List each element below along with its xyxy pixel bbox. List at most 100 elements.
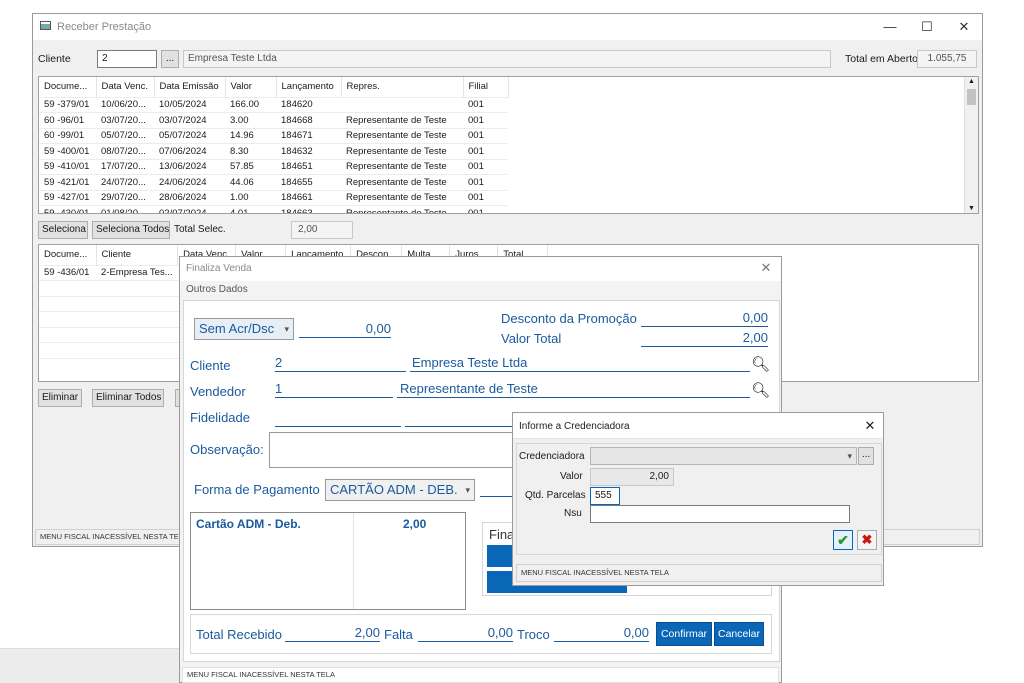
seleciona-todos-button[interactable]: Seleciona Todos bbox=[92, 221, 170, 239]
maximize-button[interactable]: ☐ bbox=[909, 14, 945, 40]
table-cell: Representante de Teste bbox=[341, 190, 463, 206]
valor-label: Valor bbox=[560, 471, 583, 482]
table-cell: Representante de Teste bbox=[341, 174, 463, 191]
table-row[interactable]: 59 -427/01 29/07/20... 28/06/2024 1.00 18466… bbox=[39, 190, 508, 206]
grid-scrollbar[interactable]: ▲ ▼ bbox=[964, 77, 978, 213]
table-row[interactable]: 59 -410/01 17/07/20... 13/06/2024 57.85 1846… bbox=[39, 159, 508, 175]
pagamento-name: Cartão ADM - Deb. bbox=[196, 517, 301, 531]
total-aberto-label: Total em Aberto bbox=[845, 53, 918, 65]
eliminar-todos-button[interactable]: Eliminar Todos bbox=[92, 389, 164, 407]
table-row[interactable]: 60 -96/01 03/07/20... 03/07/2024 3.00 184668… bbox=[39, 112, 508, 129]
table-cell: 44.06 bbox=[225, 174, 276, 191]
table-row[interactable]: 59 -430/01 01/08/20... 02/07/2024 4.01 18466… bbox=[39, 205, 508, 213]
table-cell: Representante de Teste bbox=[341, 159, 463, 175]
table-cell: 001 bbox=[463, 128, 508, 144]
seleciona-button[interactable]: Seleciona bbox=[38, 221, 88, 239]
valor-field: 2,00 bbox=[590, 468, 674, 486]
col-header[interactable]: Docume... bbox=[39, 245, 97, 266]
credenciadora-close-button[interactable]: ✕ bbox=[857, 413, 883, 439]
table-cell: 59 -427/01 bbox=[39, 190, 96, 206]
col-header[interactable]: Data Venc. bbox=[96, 77, 155, 98]
acr-dsc-select[interactable]: Sem Acr/Dsc ▾ bbox=[194, 318, 294, 340]
credenciadora-select[interactable]: ▾ bbox=[590, 447, 857, 465]
search-icon[interactable]: 🔍︎ bbox=[751, 355, 770, 373]
scroll-up-icon[interactable]: ▲ bbox=[968, 78, 975, 85]
cancel-button[interactable]: ✖ bbox=[857, 530, 877, 550]
vendedor-code-field[interactable]: 1 bbox=[275, 380, 393, 398]
table-cell: 8.30 bbox=[225, 143, 276, 160]
finaliza-close-button[interactable]: ✕ bbox=[751, 257, 781, 281]
cliente-browse-button[interactable]: ... bbox=[161, 50, 179, 68]
col-header[interactable]: Valor bbox=[225, 77, 277, 98]
titulos-grid[interactable]: Docume... Data Venc. Data Emissão Valor … bbox=[38, 76, 979, 214]
close-button[interactable]: ✕ bbox=[946, 14, 982, 40]
parcelas-label: Qtd. Parcelas bbox=[525, 490, 586, 501]
cliente-code-field[interactable]: 2 bbox=[275, 354, 406, 372]
table-cell: 24/07/20... bbox=[96, 174, 154, 191]
table-cell: 1.00 bbox=[225, 190, 276, 206]
finalizadoras-label: Fina bbox=[489, 527, 515, 542]
acr-dsc-value: Sem Acr/Dsc bbox=[199, 321, 275, 336]
col-header[interactable]: Data Emissão bbox=[154, 77, 226, 98]
confirmar-button[interactable]: Confirmar bbox=[656, 622, 712, 646]
minimize-button[interactable]: — bbox=[872, 14, 908, 40]
credenciadora-title: Informe a Credenciadora bbox=[519, 421, 630, 432]
valor-total-label: Valor Total bbox=[501, 331, 562, 346]
total-aberto-value: 1.055,75 bbox=[917, 50, 977, 68]
table-cell: 29/07/20... bbox=[96, 190, 154, 206]
col-header[interactable]: Repres. bbox=[341, 77, 464, 98]
col-header[interactable]: Cliente bbox=[96, 245, 179, 266]
table-cell: 2-Empresa Tes... bbox=[96, 265, 178, 281]
desconto-value: 0,00 bbox=[641, 309, 768, 327]
table-cell: 184668 bbox=[276, 112, 341, 129]
valor-total-value: 2,00 bbox=[641, 329, 768, 347]
table-cell: Representante de Teste bbox=[341, 128, 463, 144]
table-cell: 02/07/2024 bbox=[154, 205, 225, 213]
col-header[interactable]: Filial bbox=[463, 77, 509, 98]
nsu-label: Nsu bbox=[564, 508, 582, 519]
troco-label: Troco bbox=[517, 627, 550, 642]
app-icon bbox=[40, 21, 51, 30]
forma-valor-field[interactable] bbox=[480, 479, 514, 497]
table-cell: 60 -99/01 bbox=[39, 128, 96, 144]
table-cell: 166.00 bbox=[225, 97, 276, 113]
nsu-input[interactable] bbox=[590, 505, 850, 523]
table-row[interactable]: 60 -99/01 05/07/20... 05/07/2024 14.96 18467… bbox=[39, 128, 508, 144]
ok-button[interactable]: ✔ bbox=[833, 530, 853, 550]
fidelidade-label: Fidelidade bbox=[190, 410, 250, 425]
search-icon[interactable]: 🔍︎ bbox=[751, 381, 770, 399]
credenciadora-browse-button[interactable]: ... bbox=[858, 447, 874, 465]
cliente-code-input[interactable]: 2 bbox=[97, 50, 157, 68]
table-cell: 28/06/2024 bbox=[154, 190, 225, 206]
pagamentos-list[interactable]: Cartão ADM - Deb. 2,00 bbox=[190, 512, 466, 610]
table-cell: 001 bbox=[463, 205, 508, 213]
table-cell: 184661 bbox=[276, 190, 341, 206]
col-header[interactable]: Lançamento bbox=[276, 77, 342, 98]
cliente-label: Cliente bbox=[38, 53, 71, 65]
scroll-thumb[interactable] bbox=[967, 89, 976, 105]
table-cell: 184632 bbox=[276, 143, 341, 160]
forma-pagamento-select[interactable]: CARTÃO ADM - DEB. ▾ bbox=[325, 479, 475, 501]
chevron-down-icon: ▾ bbox=[465, 485, 470, 495]
cliente-name-field: Empresa Teste Ltda bbox=[183, 50, 831, 68]
acr-value-field[interactable]: 0,00 bbox=[299, 320, 391, 338]
table-cell: 001 bbox=[463, 97, 508, 113]
parcelas-input[interactable]: 555 bbox=[590, 487, 620, 505]
fidelidade-code-field[interactable] bbox=[275, 409, 401, 427]
window-title: Receber Prestação bbox=[57, 21, 152, 33]
table-row[interactable]: 59 -379/01 10/06/20... 10/05/2024 166.00 184… bbox=[39, 97, 508, 113]
table-cell: 001 bbox=[463, 174, 508, 191]
table-row[interactable]: 59 -400/01 08/07/20... 07/06/2024 8.30 18463… bbox=[39, 143, 508, 160]
table-cell: 59 -430/01 bbox=[39, 205, 96, 213]
table-cell: 01/08/20... bbox=[96, 205, 154, 213]
cancelar-button[interactable]: Cancelar bbox=[714, 622, 764, 646]
scroll-down-icon[interactable]: ▼ bbox=[968, 205, 975, 212]
table-cell: 59 -379/01 bbox=[39, 97, 96, 113]
table-row[interactable]: 59 -421/01 24/07/20... 24/06/2024 44.06 1846… bbox=[39, 174, 508, 191]
col-header[interactable]: Docume... bbox=[39, 77, 97, 98]
table-cell: 24/06/2024 bbox=[154, 174, 225, 191]
outros-dados-tab[interactable]: Outros Dados bbox=[186, 284, 248, 295]
table-cell: 001 bbox=[463, 159, 508, 175]
eliminar-button[interactable]: Eliminar bbox=[38, 389, 82, 407]
table-cell bbox=[341, 97, 463, 113]
